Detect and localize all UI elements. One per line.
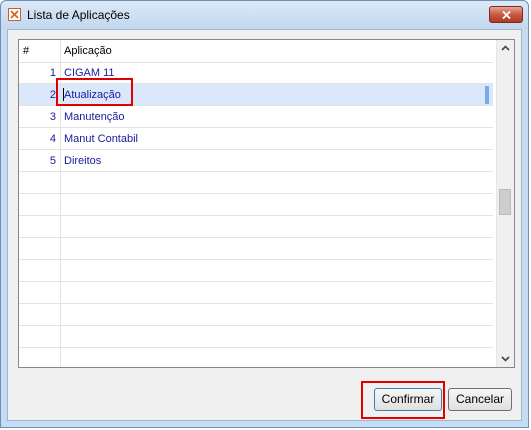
empty-row[interactable]: [19, 260, 493, 282]
scrollbar-thumb[interactable]: [499, 189, 511, 215]
scroll-up-button[interactable]: [497, 40, 514, 57]
chevron-up-icon: [501, 45, 510, 51]
row-application: Manut Contabil: [64, 133, 138, 145]
dialog-window: Lista de Aplicações # Aplicação 1 CIGAM …: [0, 0, 529, 428]
empty-row[interactable]: [19, 304, 493, 326]
vertical-scrollbar[interactable]: [496, 40, 514, 367]
table-row-selected[interactable]: 2 Atualização: [19, 84, 493, 106]
row-number: 2: [49, 89, 56, 101]
row-application[interactable]: Atualização: [64, 89, 121, 101]
column-header-number[interactable]: #: [23, 45, 29, 57]
row-number: 1: [49, 67, 56, 79]
grid-header: # Aplicação: [19, 40, 493, 63]
window-title: Lista de Aplicações: [27, 8, 130, 22]
cancel-button[interactable]: Cancelar: [448, 388, 512, 411]
applications-grid[interactable]: # Aplicação 1 CIGAM 11 2 Atualização 3 M…: [18, 39, 515, 368]
row-application: Direitos: [64, 155, 102, 167]
confirm-button[interactable]: Confirmar: [374, 388, 442, 411]
column-header-application[interactable]: Aplicação: [64, 45, 112, 57]
confirm-button-label: Confirmar: [381, 392, 435, 406]
chevron-down-icon: [501, 356, 510, 362]
row-number: 3: [49, 111, 56, 123]
empty-row[interactable]: [19, 282, 493, 304]
empty-row[interactable]: [19, 238, 493, 260]
row-application: CIGAM 11: [64, 67, 115, 79]
empty-row[interactable]: [19, 194, 493, 216]
row-number: 5: [49, 155, 56, 167]
empty-row[interactable]: [19, 172, 493, 194]
empty-row[interactable]: [19, 348, 493, 367]
scroll-down-button[interactable]: [497, 350, 514, 367]
dialog-body: # Aplicação 1 CIGAM 11 2 Atualização 3 M…: [7, 29, 522, 421]
table-row[interactable]: 3 Manutenção: [19, 106, 493, 128]
table-row[interactable]: 4 Manut Contabil: [19, 128, 493, 150]
cancel-button-label: Cancelar: [455, 392, 505, 406]
table-row[interactable]: 5 Direitos: [19, 150, 493, 172]
close-button[interactable]: [489, 6, 523, 23]
app-icon: [8, 8, 21, 21]
title-bar[interactable]: Lista de Aplicações: [1, 1, 528, 29]
empty-row[interactable]: [19, 326, 493, 348]
column-divider: [60, 40, 61, 367]
table-row[interactable]: 1 CIGAM 11: [19, 62, 493, 84]
row-number: 4: [49, 133, 56, 145]
close-icon: [502, 11, 511, 19]
row-application: Manutenção: [64, 111, 125, 123]
empty-row[interactable]: [19, 216, 493, 238]
